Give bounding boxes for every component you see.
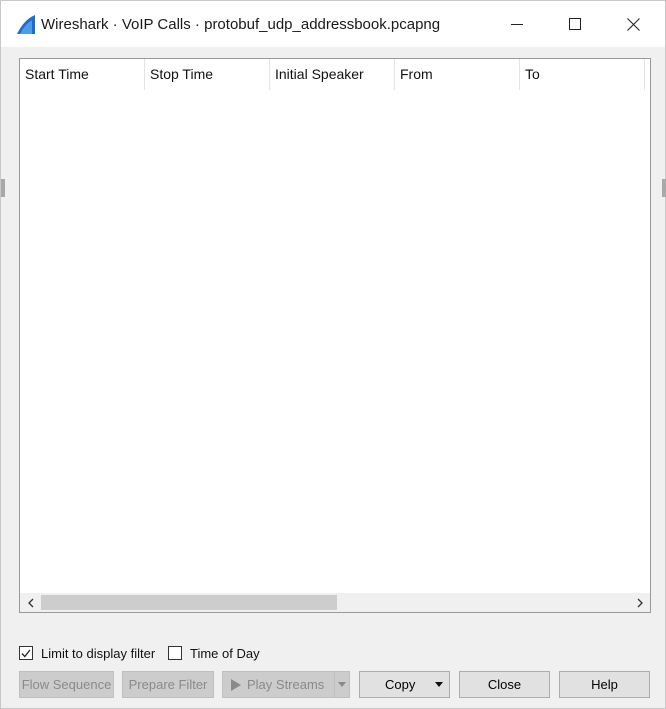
limit-to-display-filter-checkbox[interactable] bbox=[19, 646, 33, 660]
scroll-right-button[interactable] bbox=[630, 593, 650, 612]
play-streams-menu-button[interactable] bbox=[334, 671, 350, 698]
minimize-icon bbox=[511, 24, 523, 25]
close-button[interactable]: Close bbox=[459, 671, 550, 698]
maximize-button[interactable] bbox=[546, 1, 604, 47]
limit-to-display-filter-option[interactable]: Limit to display filter bbox=[19, 644, 155, 662]
play-streams-label: Play Streams bbox=[247, 677, 325, 692]
chevron-left-icon bbox=[27, 598, 33, 607]
wireshark-fin-icon bbox=[17, 15, 35, 34]
close-icon bbox=[626, 17, 640, 31]
title-bar[interactable]: Wireshark · VoIP Calls · protobuf_udp_ad… bbox=[1, 1, 665, 47]
help-button[interactable]: Help bbox=[559, 671, 650, 698]
scroll-left-button[interactable] bbox=[20, 593, 40, 612]
minimize-button[interactable] bbox=[488, 1, 546, 47]
column-header-start-time[interactable]: Start Time bbox=[20, 59, 145, 90]
horizontal-scrollbar[interactable] bbox=[20, 593, 650, 612]
flow-sequence-button[interactable]: Flow Sequence bbox=[19, 671, 114, 698]
limit-to-display-filter-label: Limit to display filter bbox=[41, 645, 156, 661]
column-header-stop-time[interactable]: Stop Time bbox=[145, 59, 270, 90]
maximize-icon bbox=[569, 18, 581, 30]
voip-calls-window: Wireshark · VoIP Calls · protobuf_udp_ad… bbox=[0, 0, 666, 709]
play-icon bbox=[231, 678, 241, 691]
copy-button[interactable]: Copy bbox=[359, 671, 450, 698]
chevron-down-icon bbox=[435, 682, 443, 687]
time-of-day-checkbox[interactable] bbox=[168, 646, 182, 660]
calls-table[interactable]: Start Time Stop Time Initial Speaker Fro… bbox=[19, 58, 651, 613]
table-header: Start Time Stop Time Initial Speaker Fro… bbox=[20, 59, 650, 90]
checkmark-icon bbox=[21, 649, 31, 657]
time-of-day-option[interactable]: Time of Day bbox=[168, 644, 260, 662]
close-window-button[interactable] bbox=[604, 1, 662, 47]
scrollbar-thumb[interactable] bbox=[41, 595, 337, 610]
chevron-down-icon bbox=[338, 682, 346, 687]
copy-label: Copy bbox=[385, 677, 416, 692]
time-of-day-label: Time of Day bbox=[190, 645, 260, 661]
right-edge-handle bbox=[662, 179, 666, 197]
chevron-right-icon bbox=[637, 598, 643, 607]
left-edge-handle bbox=[1, 179, 5, 197]
play-streams-button[interactable]: Play Streams bbox=[222, 671, 335, 698]
column-header-from[interactable]: From bbox=[395, 59, 520, 90]
column-header-initial-speaker[interactable]: Initial Speaker bbox=[270, 59, 395, 90]
window-title: Wireshark · VoIP Calls · protobuf_udp_ad… bbox=[41, 16, 441, 33]
column-header-to[interactable]: To bbox=[520, 59, 645, 90]
prepare-filter-button[interactable]: Prepare Filter bbox=[122, 671, 214, 698]
